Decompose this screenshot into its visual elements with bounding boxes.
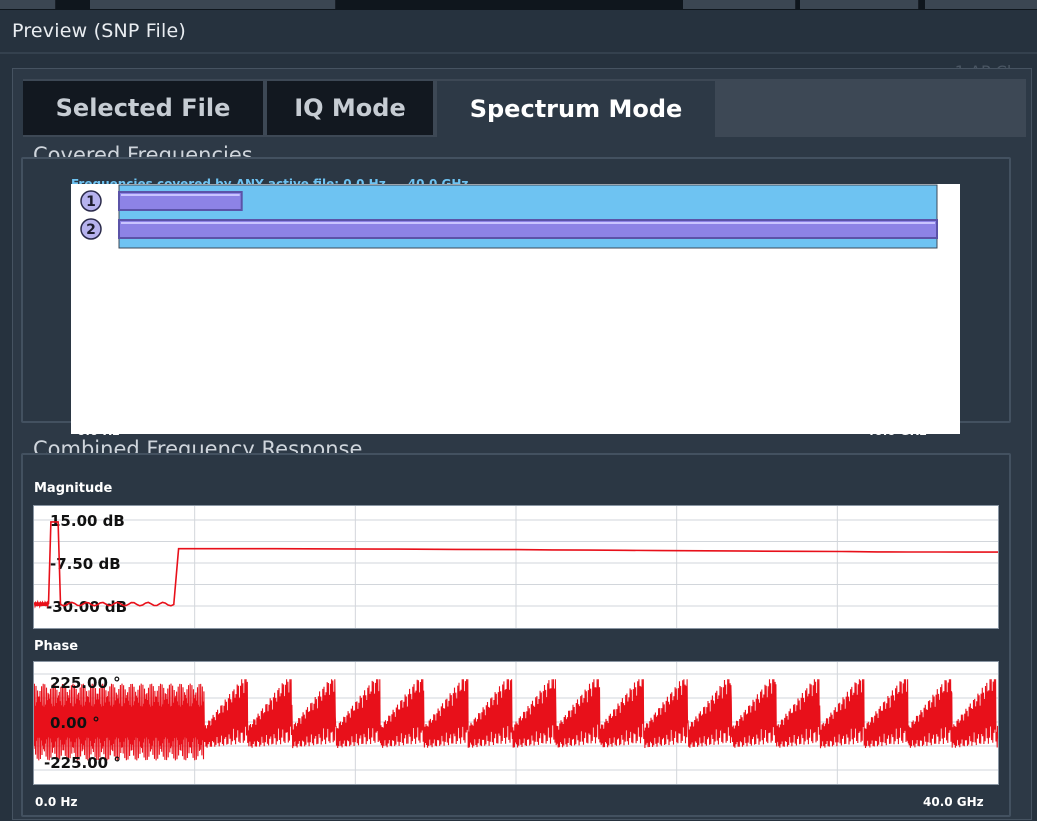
magnitude-label: Magnitude (34, 481, 113, 496)
preview-dialog: Preview (SNP File) 1 AP Clrw Selected Fi… (0, 10, 1037, 821)
tab-bar: Selected File IQ Mode Spectrum Mode (23, 79, 1026, 137)
response-x-end: 40.0 GHz (923, 795, 984, 809)
coverage-x-start: 0.0 Hz (77, 424, 120, 438)
phase-label: Phase (34, 639, 79, 654)
tab-iq-mode[interactable]: IQ Mode (267, 81, 433, 135)
tab-spectrum-mode[interactable]: Spectrum Mode (437, 81, 715, 137)
top-strip-segment (800, 0, 919, 9)
coverage-chart-svg: 12 (80, 184, 938, 249)
magnitude-plot-svg: 15.00 dB -7.50 dB -30.00 dB (33, 506, 998, 628)
file-number-text: 2 (86, 222, 96, 238)
tab-selected-file[interactable]: Selected File (23, 81, 263, 135)
top-strip-segment (683, 0, 796, 9)
title-separator (0, 52, 1037, 54)
phase-plot-svg: 225.00 ° 0.00 ° -225.00 ° (33, 662, 999, 784)
response-x-start: 0.0 Hz (35, 795, 78, 809)
dialog-title: Preview (SNP File) (12, 20, 186, 42)
magnitude-tick-label: -7.50 dB (50, 555, 121, 573)
phase-tick-label: 225.00 ° (50, 674, 121, 692)
phase-plot: 225.00 ° 0.00 ° -225.00 ° (33, 661, 999, 785)
magnitude-tick-label: -30.00 dB (46, 598, 127, 616)
magnitude-tick-label: 15.00 dB (50, 512, 125, 530)
phase-tick-label: 0.00 ° (50, 714, 100, 732)
phase-tick-label: -225.00 ° (44, 754, 121, 772)
top-strip (0, 0, 1037, 10)
preview-panel: Selected File IQ Mode Spectrum Mode Cove… (12, 68, 1032, 820)
tab-label: Selected File (55, 94, 231, 122)
top-strip-segment (925, 0, 1037, 9)
file-number-text: 1 (86, 194, 96, 210)
coverage-chart: 12 (71, 184, 960, 434)
coverage-x-end: 40.0 GHz (866, 424, 927, 438)
tab-label: Spectrum Mode (469, 95, 683, 123)
magnitude-plot: 15.00 dB -7.50 dB -30.00 dB (33, 505, 999, 629)
top-strip-segment (90, 0, 336, 9)
tab-label: IQ Mode (294, 94, 406, 122)
top-strip-segment (0, 0, 56, 9)
